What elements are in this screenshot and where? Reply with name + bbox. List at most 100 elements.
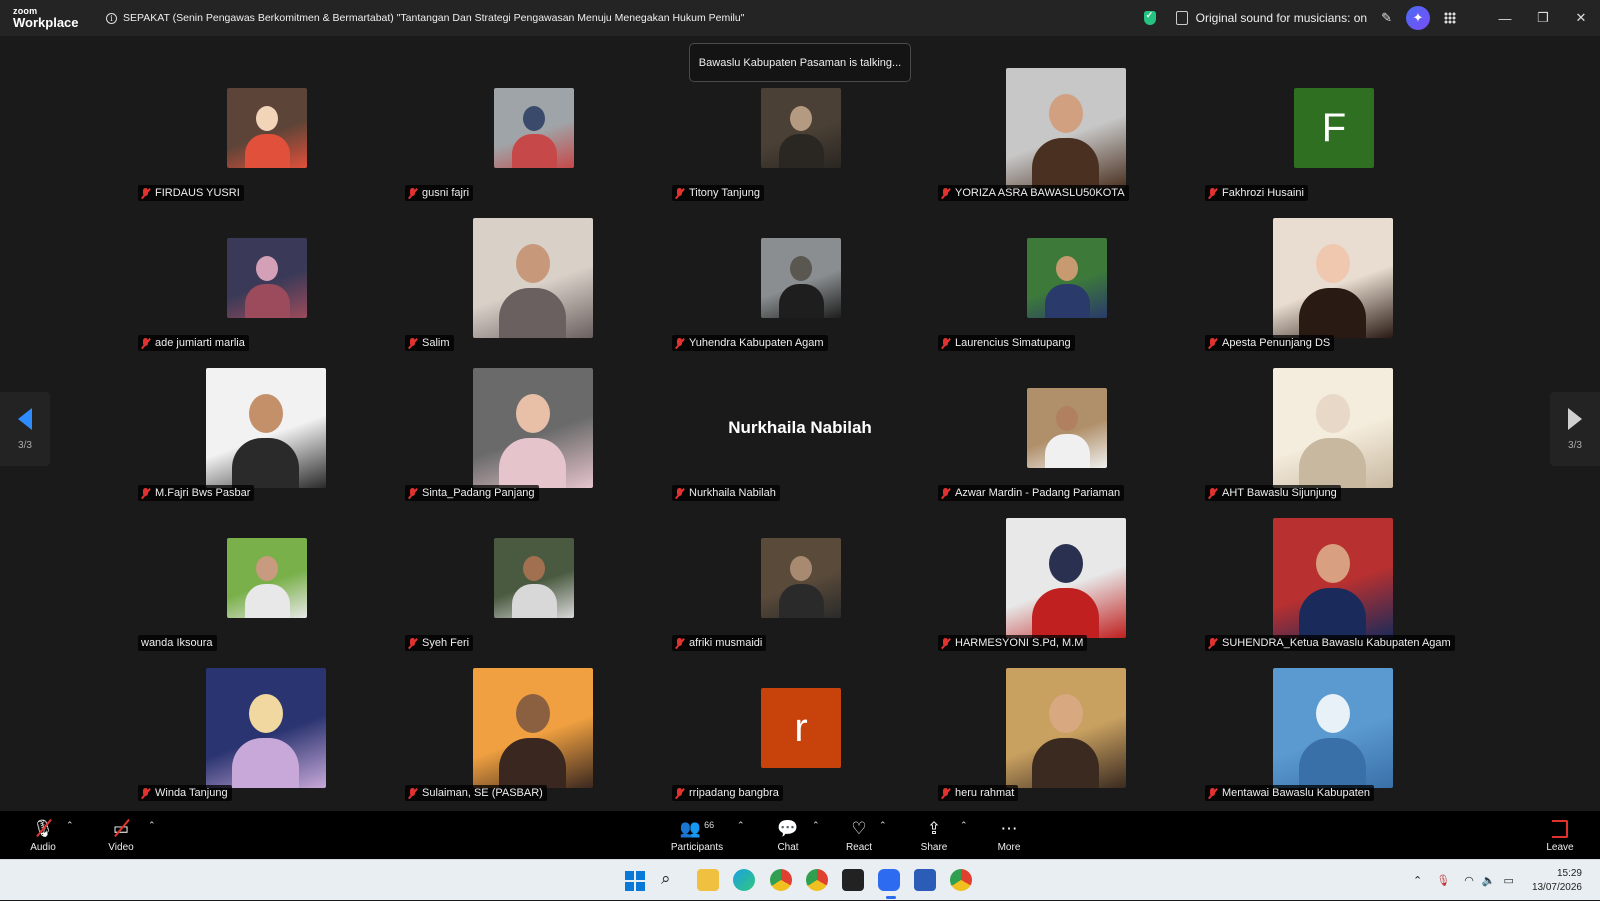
chat-button[interactable]: 💬 Chat [772, 811, 804, 859]
participants-button[interactable]: 👥 66 Participants [666, 811, 728, 859]
edge-icon[interactable] [733, 869, 755, 891]
muted-mic-icon [1208, 187, 1217, 199]
windows-start-icon[interactable] [625, 871, 645, 891]
battery-icon[interactable]: ▭ [1504, 874, 1514, 887]
leave-label: Leave [1546, 841, 1574, 853]
avatar-photo [206, 668, 326, 788]
more-button[interactable]: ⋯ More [992, 811, 1026, 859]
apps-grid-icon[interactable] [1444, 12, 1456, 24]
person-body [1299, 738, 1366, 788]
participant-tile[interactable]: heru rahmat [933, 668, 1199, 818]
muted-mic-icon [1208, 637, 1217, 649]
participant-name: heru rahmat [955, 787, 1015, 799]
avatar-photo [473, 218, 593, 338]
participant-tile[interactable]: HARMESYONI S.Pd, M.M [933, 518, 1199, 668]
participant-tile[interactable]: Apesta Penunjang DS [1200, 218, 1466, 368]
person-body [1045, 434, 1090, 468]
participant-tile[interactable]: Laurencius Simatupang [933, 218, 1199, 368]
file-explorer-icon[interactable] [697, 869, 719, 891]
video-options-caret-icon[interactable]: ⌃ [148, 820, 156, 831]
participant-name: FIRDAUS YUSRI [155, 187, 240, 199]
pencil-icon[interactable]: ✎ [1381, 10, 1392, 26]
participant-name: M.Fajri Bws Pasbar [155, 487, 251, 499]
participant-tile[interactable]: Mentawai Bawaslu Kabupaten [1200, 668, 1466, 818]
participant-tile[interactable]: afriki musmaidi [667, 518, 933, 668]
react-button[interactable]: ♡ React [842, 811, 876, 859]
person-head [516, 394, 550, 433]
chrome-icon[interactable] [770, 869, 792, 891]
search-icon[interactable]: ⌕ [661, 869, 683, 891]
chat-caret-icon[interactable]: ⌃ [812, 820, 820, 831]
participant-nameplate: Azwar Mardin - Padang Pariaman [938, 485, 1125, 501]
prev-page-button[interactable]: 3/3 [0, 392, 50, 466]
meeting-info[interactable]: i SEPAKAT (Senin Pengawas Berkomitmen & … [106, 12, 744, 24]
video-button[interactable]: ▭ Video [104, 811, 138, 859]
tray-overflow-icon[interactable]: ⌃ [1413, 874, 1422, 887]
participant-tile[interactable]: M.Fajri Bws Pasbar [133, 368, 399, 518]
participant-name: SUHENDRA_Ketua Bawaslu Kabupaten Agam [1222, 637, 1451, 649]
more-icon: ⋯ [1000, 818, 1018, 838]
participant-tile[interactable]: gusni fajri [400, 68, 666, 218]
participant-tile[interactable]: ade jumiarti marlia [133, 218, 399, 368]
participant-tile[interactable]: YORIZA ASRA BAWASLU50KOTA [933, 68, 1199, 218]
react-caret-icon[interactable]: ⌃ [879, 820, 887, 831]
volume-icon[interactable]: 🔈 [1482, 874, 1496, 887]
mic-in-use-icon[interactable]: 🎙 [1436, 874, 1450, 887]
avatar-initial: r [761, 688, 841, 768]
muted-mic-icon [408, 487, 417, 499]
muted-mic-icon [408, 337, 417, 349]
info-icon[interactable]: i [106, 12, 117, 24]
participant-tile[interactable]: Sulaiman, SE (PASBAR) [400, 668, 666, 818]
participant-tile[interactable]: SUHENDRA_Ketua Bawaslu Kabupaten Agam [1200, 518, 1466, 668]
participant-name: Sulaiman, SE (PASBAR) [422, 787, 543, 799]
audio-button[interactable]: 🎙 Audio [26, 811, 60, 859]
participant-tile[interactable]: Syeh Feri [400, 518, 666, 668]
participant-tile[interactable]: Yuhendra Kabupaten Agam [667, 218, 933, 368]
zoom-taskbar-icon[interactable] [878, 869, 900, 891]
participant-name: Titony Tanjung [689, 187, 760, 199]
media-app-icon[interactable] [842, 869, 864, 891]
participant-tile[interactable]: FIRDAUS YUSRI [133, 68, 399, 218]
close-icon[interactable]: ✕ [1562, 10, 1600, 26]
person-head [1316, 394, 1350, 433]
participant-name: Apesta Penunjang DS [1222, 337, 1331, 349]
original-sound-icon[interactable] [1175, 11, 1188, 25]
participant-tile[interactable]: AHT Bawaslu Sijunjung [1200, 368, 1466, 518]
participant-tile[interactable]: Winda Tanjung [133, 668, 399, 818]
person-body [1299, 588, 1366, 638]
encryption-shield-icon[interactable] [1143, 10, 1156, 25]
share-button[interactable]: ⇪ Share [917, 811, 951, 859]
share-caret-icon[interactable]: ⌃ [960, 820, 968, 831]
restore-icon[interactable]: ❐ [1524, 10, 1562, 26]
person-head [523, 106, 545, 131]
participant-tile[interactable]: Azwar Mardin - Padang Pariaman [933, 368, 1199, 518]
audio-options-caret-icon[interactable]: ⌃ [66, 820, 74, 831]
participant-nameplate: Titony Tanjung [672, 185, 764, 201]
participant-tile[interactable]: r rripadang bangbra [667, 668, 933, 818]
participant-name: Mentawai Bawaslu Kabupaten [1222, 787, 1370, 799]
muted-mic-icon [141, 487, 150, 499]
participant-tile[interactable]: Sinta_Padang Panjang [400, 368, 666, 518]
participant-nameplate: Nurkhaila Nabilah [672, 485, 780, 501]
participant-tile[interactable]: F Fakhrozi Husaini [1200, 68, 1466, 218]
participant-nameplate: wanda Iksoura [138, 635, 217, 651]
minimize-icon[interactable]: — [1486, 11, 1524, 26]
leave-button[interactable]: Leave [1543, 811, 1577, 859]
word-icon[interactable] [914, 869, 936, 891]
participant-nameplate: Salim [405, 335, 454, 351]
participants-caret-icon[interactable]: ⌃ [737, 820, 745, 831]
ai-companion-icon[interactable]: ✦ [1406, 6, 1430, 30]
participant-tile[interactable]: Nurkhaila Nabilah Nurkhaila Nabilah [667, 368, 933, 518]
system-clock[interactable]: 15:29 13/07/2026 [1532, 867, 1582, 895]
arrow-left-icon [18, 407, 32, 430]
participant-tile[interactable]: wanda Iksoura [133, 518, 399, 668]
wifi-icon[interactable]: ◠ [1464, 874, 1474, 887]
chrome-profile-icon[interactable] [806, 869, 828, 891]
next-page-button[interactable]: 3/3 [1550, 392, 1600, 466]
participant-name: Nurkhaila Nabilah [689, 487, 776, 499]
chrome-alt-icon[interactable] [950, 869, 972, 891]
participant-tile[interactable]: Salim [400, 218, 666, 368]
participant-tile[interactable]: Titony Tanjung [667, 68, 933, 218]
muted-mic-icon [408, 187, 417, 199]
original-sound-status[interactable]: Original sound for musicians: on [1196, 11, 1367, 25]
